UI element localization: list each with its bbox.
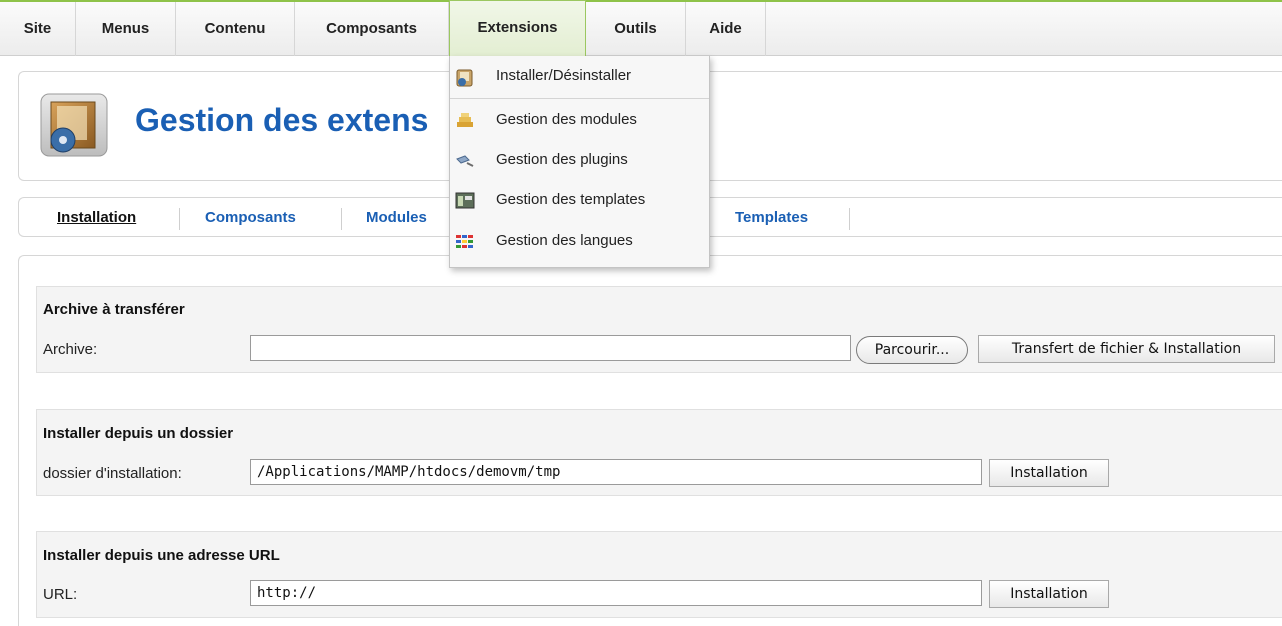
menu-menus[interactable]: Menus [76, 2, 176, 56]
url-section-title: Installer depuis une adresse URL [43, 547, 280, 564]
templates-icon [455, 192, 475, 209]
main-content: Archive à transférer Archive: Parcourir.… [18, 255, 1282, 626]
languages-icon [456, 235, 473, 248]
folder-install-button[interactable]: Installation [989, 459, 1109, 487]
install-folder-input[interactable] [250, 459, 982, 485]
tab-templates[interactable]: Templates [735, 209, 808, 226]
upload-section-title: Archive à transférer [43, 301, 185, 318]
archive-label: Archive: [43, 341, 98, 358]
menu-contenu[interactable]: Contenu [176, 2, 295, 56]
menu-item-templates[interactable]: Gestion des templates [450, 181, 709, 221]
modules-icon [457, 113, 473, 127]
menu-aide[interactable]: Aide [686, 2, 766, 56]
tab-separator [341, 208, 342, 230]
extensions-dropdown-menu: Installer/Désinstaller Gestion des modul… [449, 56, 710, 268]
menu-item-label: Installer/Désinstaller [496, 67, 632, 84]
tab-separator [179, 208, 180, 230]
url-section: Installer depuis une adresse URL URL: In… [36, 531, 1282, 618]
menu-item-install-uninstall[interactable]: Installer/Désinstaller [450, 56, 709, 99]
tab-installation[interactable]: Installation [57, 209, 136, 226]
menu-extensions[interactable]: Extensions [449, 0, 586, 56]
folder-section: Installer depuis un dossier dossier d'in… [36, 409, 1282, 496]
menu-item-label: Gestion des plugins [496, 151, 628, 168]
url-install-button[interactable]: Installation [989, 580, 1109, 608]
extension-manager-icon [40, 93, 108, 157]
top-menu-bar: Site Menus Contenu Composants Extensions… [0, 0, 1282, 56]
plugins-icon [456, 155, 474, 167]
url-label: URL: [43, 586, 78, 603]
menu-item-modules[interactable]: Gestion des modules [450, 101, 709, 141]
menu-outils[interactable]: Outils [586, 2, 686, 56]
menu-site[interactable]: Site [0, 2, 76, 56]
archive-file-input[interactable] [250, 335, 851, 361]
upload-section: Archive à transférer Archive: Parcourir.… [36, 286, 1282, 373]
folder-section-title: Installer depuis un dossier [43, 425, 234, 442]
install-url-input[interactable] [250, 580, 982, 606]
upload-install-button[interactable]: Transfert de fichier & Installation [978, 335, 1275, 363]
tab-composants[interactable]: Composants [205, 209, 296, 226]
folder-label: dossier d'installation: [43, 465, 182, 482]
page-title: Gestion des extens [135, 102, 429, 138]
menu-item-plugins[interactable]: Gestion des plugins [450, 141, 709, 181]
tab-separator [849, 208, 850, 230]
menu-composants[interactable]: Composants [295, 2, 449, 56]
menu-item-label: Gestion des langues [496, 232, 633, 249]
menu-item-languages[interactable]: Gestion des langues [450, 222, 709, 262]
tab-modules[interactable]: Modules [366, 209, 427, 226]
browse-button[interactable]: Parcourir... [856, 336, 968, 364]
install-icon [456, 69, 473, 87]
menu-item-label: Gestion des templates [496, 191, 646, 208]
menu-item-label: Gestion des modules [496, 111, 637, 128]
